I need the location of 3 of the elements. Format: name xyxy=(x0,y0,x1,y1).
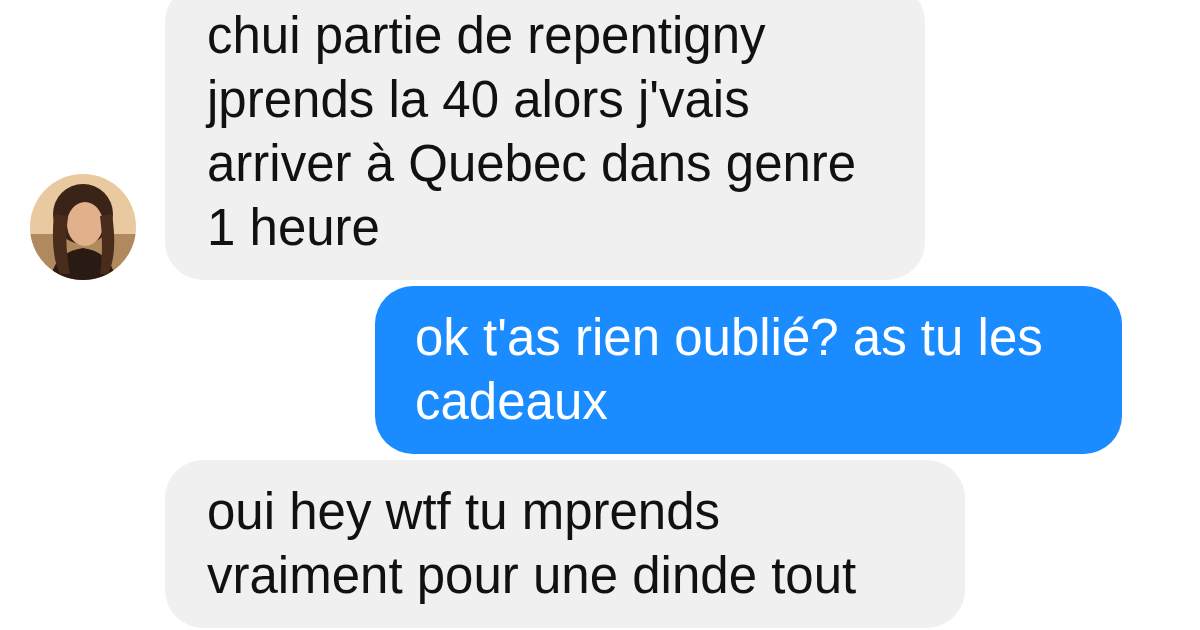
received-message-bubble: oui hey wtf tu mprends vraiment pour une dinde tout xyxy=(165,460,965,628)
sent-message-bubble: ok t'as rien oublié? as tu les cadeaux xyxy=(375,286,1122,454)
received-message-bubble: chui partie de repentigny jprends la 40 alors j'vais arriver à Quebec dans genre 1 heure xyxy=(165,0,925,280)
